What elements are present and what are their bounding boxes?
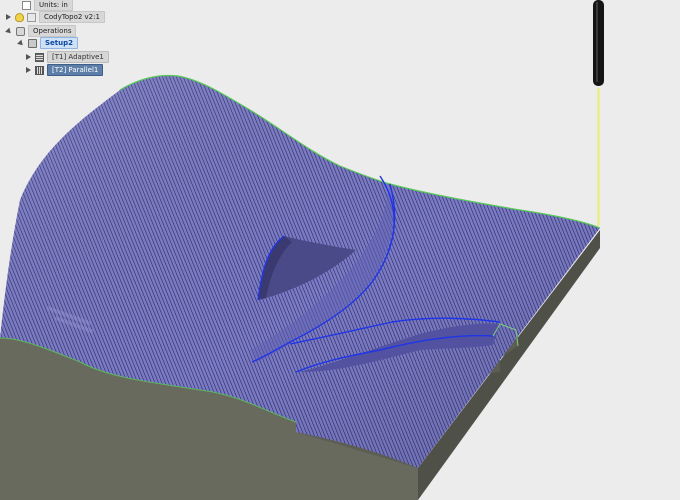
operations-row[interactable]: Operations [5, 25, 77, 37]
setup-row[interactable]: Setup2 [17, 37, 78, 49]
expand-arrow-icon[interactable] [26, 67, 31, 73]
component-label: CodyTopo2 v2:1 [39, 11, 105, 23]
operation-row-parallel[interactable]: [T2] Parallel1 [26, 64, 104, 76]
collapse-arrow-icon[interactable] [17, 39, 25, 47]
document-icon [22, 0, 31, 10]
adaptive-toolpath-icon [35, 52, 44, 62]
operations-label: Operations [28, 25, 77, 37]
setup-label: Setup2 [40, 37, 78, 49]
setup-icon [28, 38, 37, 48]
lightbulb-icon[interactable] [15, 12, 24, 22]
expand-arrow-icon[interactable] [6, 14, 11, 20]
cutting-tool-icon[interactable] [593, 0, 604, 86]
parallel-toolpath-icon [35, 65, 44, 75]
tool-highlight [596, 2, 598, 82]
expand-arrow-icon[interactable] [26, 54, 31, 60]
operations-folder-icon [16, 26, 25, 36]
operation-label: [T2] Parallel1 [47, 64, 104, 76]
component-icon [27, 12, 36, 22]
units-label: Units: in [34, 0, 73, 11]
operation-row-adaptive[interactable]: [T1] Adaptive1 [26, 51, 109, 63]
component-row[interactable]: CodyTopo2 v2:1 [6, 11, 105, 23]
operation-label: [T1] Adaptive1 [47, 51, 109, 63]
units-row[interactable]: Units: in [18, 0, 73, 11]
collapse-arrow-icon[interactable] [5, 27, 13, 35]
